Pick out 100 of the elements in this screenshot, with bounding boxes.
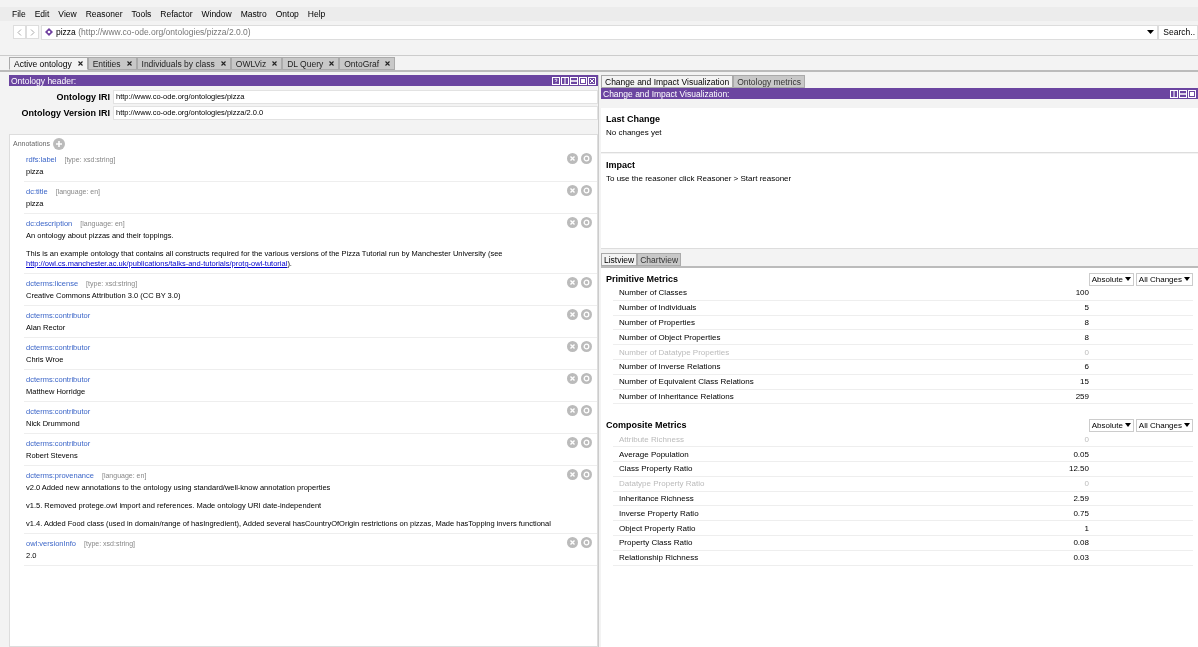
metric-name: Inverse Property Ratio — [619, 508, 699, 518]
ontology-selector[interactable]: pizza (http://www.co-ode.org/ontologies/pizza/2.0.0) — [41, 24, 1159, 40]
add-icon[interactable] — [53, 137, 65, 150]
tab[interactable]: Chartview — [637, 253, 682, 266]
tab[interactable]: Active ontology — [9, 57, 88, 70]
menu-item[interactable]: Ontop — [275, 9, 299, 19]
metric-value: 15 — [1080, 377, 1089, 387]
close-icon[interactable] — [272, 61, 278, 66]
ring-icon[interactable] — [581, 437, 592, 448]
section-title: Composite Metrics — [606, 420, 687, 431]
metric-name: Number of Inverse Relations — [619, 362, 721, 372]
metric-name: Number of Inheritance Relations — [619, 391, 734, 401]
delete-icon[interactable] — [567, 469, 578, 480]
metric-name: Property Class Ratio — [619, 538, 693, 548]
menu-item[interactable]: Window — [201, 9, 232, 19]
maximize-icon[interactable] — [1188, 89, 1196, 98]
ring-icon[interactable] — [581, 217, 592, 228]
metric-name: Inheritance Richness — [619, 493, 694, 503]
field-label: Ontology Version IRI — [20, 108, 110, 118]
help-icon[interactable] — [552, 76, 560, 85]
delete-icon[interactable] — [567, 309, 578, 320]
metric-name: Object Property Ratio — [619, 523, 696, 533]
delete-icon[interactable] — [567, 373, 578, 384]
metric-name: Number of Datatype Properties — [619, 347, 730, 357]
panel-title: Change and Impact Visualization: — [603, 88, 730, 99]
section-title: Last Change — [606, 114, 661, 124]
menu-item[interactable]: Reasoner — [85, 9, 123, 19]
metric-name: Attribute Richness — [619, 434, 684, 444]
metric-name: Number of Object Properties — [619, 332, 721, 342]
caret-icon — [1184, 423, 1190, 428]
mode-dropdown[interactable]: Absolute — [1088, 418, 1134, 432]
ring-icon[interactable] — [581, 153, 592, 164]
scope-dropdown[interactable]: All Changes — [1135, 418, 1193, 432]
metric-value: 5 — [1084, 303, 1089, 313]
ring-icon[interactable] — [581, 185, 592, 196]
menu-item[interactable]: File — [12, 9, 26, 19]
maximize-icon[interactable] — [579, 76, 587, 85]
close-icon[interactable] — [126, 61, 132, 66]
close-icon[interactable] — [220, 61, 226, 66]
delete-icon[interactable] — [567, 405, 578, 416]
menu-item[interactable]: Tools — [131, 9, 152, 19]
caret-icon — [1124, 277, 1131, 281]
chevron-left-icon — [17, 28, 22, 36]
ring-icon[interactable] — [581, 309, 592, 320]
caret-icon — [1124, 423, 1131, 428]
minimize-icon[interactable] — [1179, 89, 1187, 98]
delete-icon[interactable] — [567, 537, 578, 548]
hint-text: To use the reasoner click Reasoner > Start reasoner — [606, 174, 793, 183]
menu-item[interactable]: Mastro — [240, 9, 267, 19]
panel-title: Ontology header: — [11, 75, 77, 86]
forward-button[interactable] — [26, 25, 39, 39]
tab[interactable]: OntoGraf — [339, 57, 396, 70]
metric-value: 6 — [1084, 362, 1089, 372]
ring-icon[interactable] — [581, 537, 592, 548]
close-icon[interactable] — [329, 61, 335, 66]
metric-value: 0.03 — [1073, 553, 1089, 563]
delete-icon[interactable] — [567, 437, 578, 448]
tab[interactable]: Individuals by class — [136, 57, 231, 70]
metric-name: Number of Classes — [619, 288, 688, 298]
metric-value: 0.05 — [1073, 449, 1089, 459]
split-icon[interactable] — [561, 76, 569, 85]
ring-icon[interactable] — [581, 373, 592, 384]
delete-icon[interactable] — [567, 341, 578, 352]
tab[interactable]: Change and Impact Visualization — [601, 75, 734, 88]
metric-name: Average Population — [619, 449, 689, 459]
ring-icon[interactable] — [581, 277, 592, 288]
metric-name: Relationship Richness — [619, 553, 699, 563]
metric-value: 1 — [1084, 523, 1089, 533]
close-icon[interactable] — [385, 61, 391, 66]
metric-value: 0.75 — [1073, 508, 1089, 518]
metric-value: 12.50 — [1068, 464, 1089, 474]
metric-name: Number of Individuals — [619, 303, 697, 313]
ring-icon[interactable] — [581, 405, 592, 416]
tab[interactable]: Listview — [601, 253, 638, 266]
menu-item[interactable]: Edit — [34, 9, 50, 19]
metric-value: 259 — [1075, 391, 1089, 401]
delete-icon[interactable] — [567, 185, 578, 196]
ring-icon[interactable] — [581, 341, 592, 352]
menu-item[interactable]: Help — [307, 9, 326, 19]
tab[interactable]: Ontology metrics — [733, 75, 805, 88]
delete-icon[interactable] — [567, 277, 578, 288]
ring-icon[interactable] — [581, 469, 592, 480]
dropdown-caret-icon[interactable] — [1147, 30, 1155, 34]
metric-name: Number of Equivalent Class Relations — [619, 377, 754, 387]
metric-name: Class Property Ratio — [619, 464, 693, 474]
scope-dropdown[interactable]: All Changes — [1135, 272, 1193, 286]
minimize-icon[interactable] — [570, 76, 578, 85]
tab[interactable]: OWLViz — [230, 57, 283, 70]
split-icon[interactable] — [1170, 89, 1178, 98]
delete-icon[interactable] — [567, 153, 578, 164]
back-button[interactable] — [13, 25, 26, 39]
search-button[interactable]: Search.. — [1158, 24, 1198, 40]
tab[interactable]: DL Query — [282, 57, 340, 70]
chevron-right-icon — [30, 28, 35, 36]
mode-dropdown[interactable]: Absolute — [1088, 272, 1134, 286]
close-icon[interactable] — [77, 61, 83, 66]
delete-icon[interactable] — [567, 217, 578, 228]
menu-item[interactable]: Refactor — [160, 9, 193, 19]
tab[interactable]: Entities — [87, 57, 137, 70]
menu-item[interactable]: View — [58, 9, 77, 19]
